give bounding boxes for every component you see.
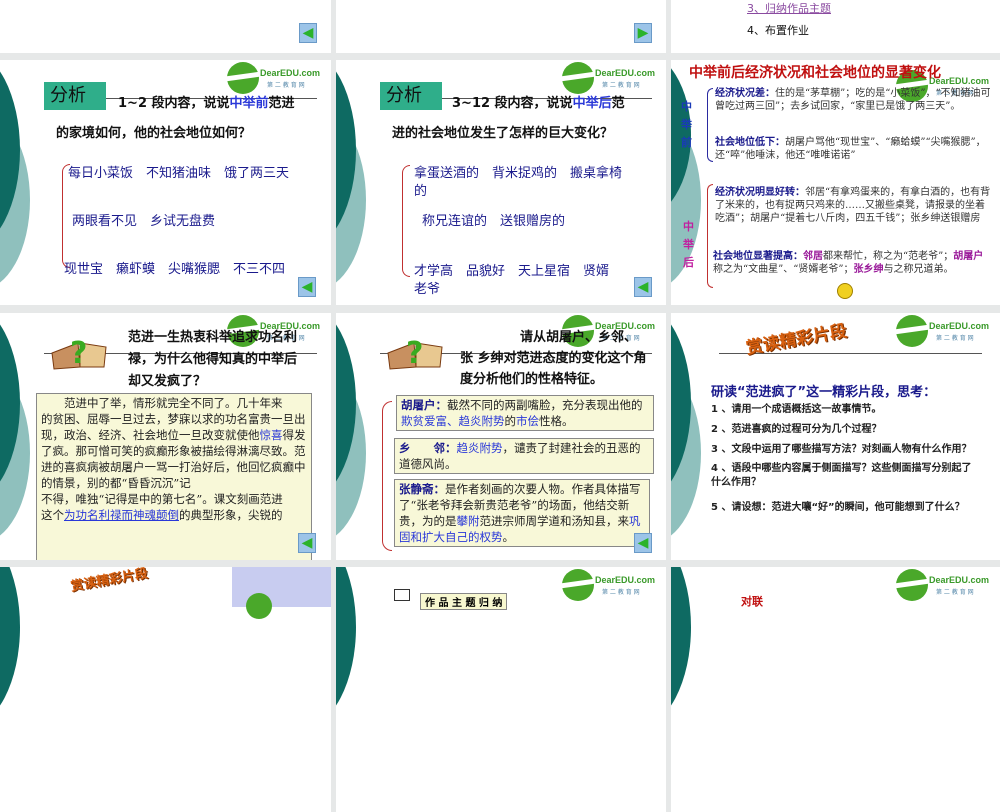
character-box-neighbors: 乡 邻：趋炎附势，谴责了封建社会的丑恶的道德风尚。 <box>394 438 654 474</box>
slide-thumbnail[interactable]: DearEDU.com 第 二 教 育 网 分析 3~12 段内容，说说中举后范 … <box>336 60 666 305</box>
question-item: 5 、请设想：范进大嚷“好”的瞬间，他可能想到了什么？ <box>711 502 965 513</box>
passage-box: 范进中了举，情形就完全不同了。几十年来 的贫困、屈辱一旦过去，梦寐以求的功名富贵… <box>36 393 312 560</box>
answer-line: 称兄连谊的 送银赠房的 <box>422 214 566 229</box>
dearedu-logo: DearEDU.com 第 二 教 育 网 <box>562 62 660 96</box>
slide-thumbnail[interactable]: ◀ <box>0 0 331 53</box>
slide-thumbnail[interactable]: DearEDU.com 第 二 教 育 网 中举前后经济状况和社会地位的显著变化 … <box>671 60 1000 305</box>
question: 3~12 段内容，说说中举后范 <box>452 96 625 111</box>
question: 1~2 段内容，说说中举前范进 <box>118 96 295 111</box>
slide-thumbnail[interactable]: ▶ <box>336 0 666 53</box>
answer-line: 每日小菜饭 不知猪油味 饿了两三天 <box>68 166 290 181</box>
slide-thumbnail[interactable]: 赏读精彩片段 <box>0 567 331 812</box>
answer-line: 老爷 <box>414 282 441 297</box>
couplet-label: 对联 <box>741 595 763 608</box>
question-item: 3 、文段中运用了哪些描写方法？对刻画人物有什么作用？ <box>711 444 972 455</box>
slide-thumbnail[interactable]: DearEDU.com 第 二 教 育 网 ? 范进一生热衷科举追求功名利禄，为什… <box>0 313 331 560</box>
assign-homework: 4、布置作业 <box>747 24 809 37</box>
svg-text:?: ? <box>406 336 423 371</box>
answer-line: 现世宝 癞虾蟆 尖嘴猴腮 不三不四 <box>64 262 286 277</box>
dearedu-logo: DearEDU.com 第 二 教 育 网 <box>896 569 994 603</box>
answer-line: 拿蛋送酒的 背米捉鸡的 搬桌拿椅 <box>414 166 623 181</box>
slide-thumbnail[interactable]: DearEDU.com 第 二 教 育 网 赏读精彩片段 研读“范进疯了”这一精彩… <box>671 313 1000 560</box>
link-summarize-theme[interactable]: 3、归纳作品主题 <box>747 0 831 16</box>
dearedu-logo: DearEDU.com 第 二 教 育 网 <box>896 315 994 349</box>
slide-title: 中举前后经济状况和社会地位的显著变化 <box>689 65 941 81</box>
character-box-hu: 胡屠户：截然不同的两副嘴脸，充分表现出他的欺贫爱富、趋炎附势的市侩性格。 <box>396 395 654 431</box>
dearedu-logo: DearEDU.com 第 二 教 育 网 <box>562 569 660 603</box>
before-label: 中举前 <box>681 100 692 149</box>
question-cont: 的家境如何，他的社会地位如何？ <box>56 126 252 141</box>
wordart-title: 赏读精彩片段 <box>69 567 150 595</box>
question-item: 1 、请用一个成语概括这一故事情节。 <box>711 404 882 415</box>
analysis-badge: 分析 <box>380 82 442 110</box>
book-question-icon: ? <box>387 336 443 371</box>
slide-thumbnail[interactable]: DearEDU.com 第 二 教 育 网 分析 1~2 段内容，说说中举前范进 … <box>0 60 331 305</box>
slide-thumbnail[interactable]: DearEDU.com 第 二 教 育 网 ? 请从胡屠户、乡邻、张 乡绅对范进态… <box>336 313 666 560</box>
answer-line: 的 <box>414 184 428 199</box>
after-economy: 经济状况明显好转：邻居“有拿鸡蛋来的，有拿白酒的，也有背了米来的，也有捉两只鸡来… <box>715 187 991 224</box>
after-label: 中举后 <box>683 220 694 269</box>
theme-label: 作 品 主 题 归 纳 <box>420 593 508 610</box>
back-arrow-icon[interactable]: ◀ <box>298 277 316 297</box>
question: 范进一生热衷科举追求功名利禄，为什么他得知真的中举后却又发疯了？ <box>128 330 298 389</box>
slide-thumbnail[interactable]: DearEDU.com 第 二 教 育 网 对联 <box>671 567 1000 812</box>
answer-line: 才学高 品貌好 天上星宿 贤婿 <box>414 264 610 279</box>
smiley-icon <box>837 283 853 299</box>
question-item: 2 、范进喜疯的过程可分为几个过程？ <box>711 424 882 435</box>
logo-ball <box>246 593 272 619</box>
question-list: 1 、请用一个成语概括这一故事情节。 2 、范进喜疯的过程可分为几个过程？ 3 … <box>711 403 981 518</box>
heading: 研读“范进疯了”这一精彩片段，思考： <box>711 385 937 400</box>
analysis-badge: 分析 <box>44 82 106 110</box>
back-arrow-icon[interactable]: ◀ <box>298 533 316 553</box>
forward-arrow-icon[interactable]: ▶ <box>634 23 652 43</box>
question-item: 4 、语段中哪些内容属于侧面描写？这些侧面描写分别起了什么作用？ <box>711 463 972 488</box>
back-arrow-icon[interactable]: ◀ <box>299 23 317 43</box>
character-box-zhang: 张静斋：是作者刻画的次要人物。作者具体描写了“张老爷拜会新贵范老爷”的场面，他结… <box>394 479 650 547</box>
after-status: 社会地位显著提高：邻居都来帮忙，称之为“范老爷”；胡屠户称之为“文曲星”、“贤婿… <box>713 251 984 275</box>
question-cont: 进的社会地位发生了怎样的巨大变化？ <box>392 126 614 141</box>
back-arrow-icon[interactable]: ◀ <box>634 533 652 553</box>
dearedu-logo: DearEDU.com 第 二 教 育 网 <box>227 62 325 96</box>
back-arrow-icon[interactable]: ◀ <box>634 277 652 297</box>
question: 请从胡屠户、乡邻、张 乡绅对范进态度的变化这个角度分析他们的性格特征。 <box>460 330 647 387</box>
slide-thumbnail[interactable]: DearEDU.com 第 二 教 育 网 作 品 主 题 归 纳 <box>336 567 666 812</box>
slide-thumbnail[interactable]: 3、归纳作品主题 4、布置作业 <box>671 0 1000 53</box>
before-economy: 经济状况差：住的是“茅草棚”；吃的是“小菜饭”，“不知猪油可曾吃过两三回”；去乡… <box>715 88 991 112</box>
book-question-icon: ? <box>51 336 107 371</box>
book-icon <box>394 589 410 601</box>
answer-line: 两眼看不见 乡试无盘费 <box>72 214 216 229</box>
svg-text:?: ? <box>70 336 87 371</box>
before-status: 社会地位低下：胡屠户骂他“现世宝”、“癞蛤蟆”“尖嘴猴腮”，还“啐”他唾沫，他还… <box>715 137 986 161</box>
